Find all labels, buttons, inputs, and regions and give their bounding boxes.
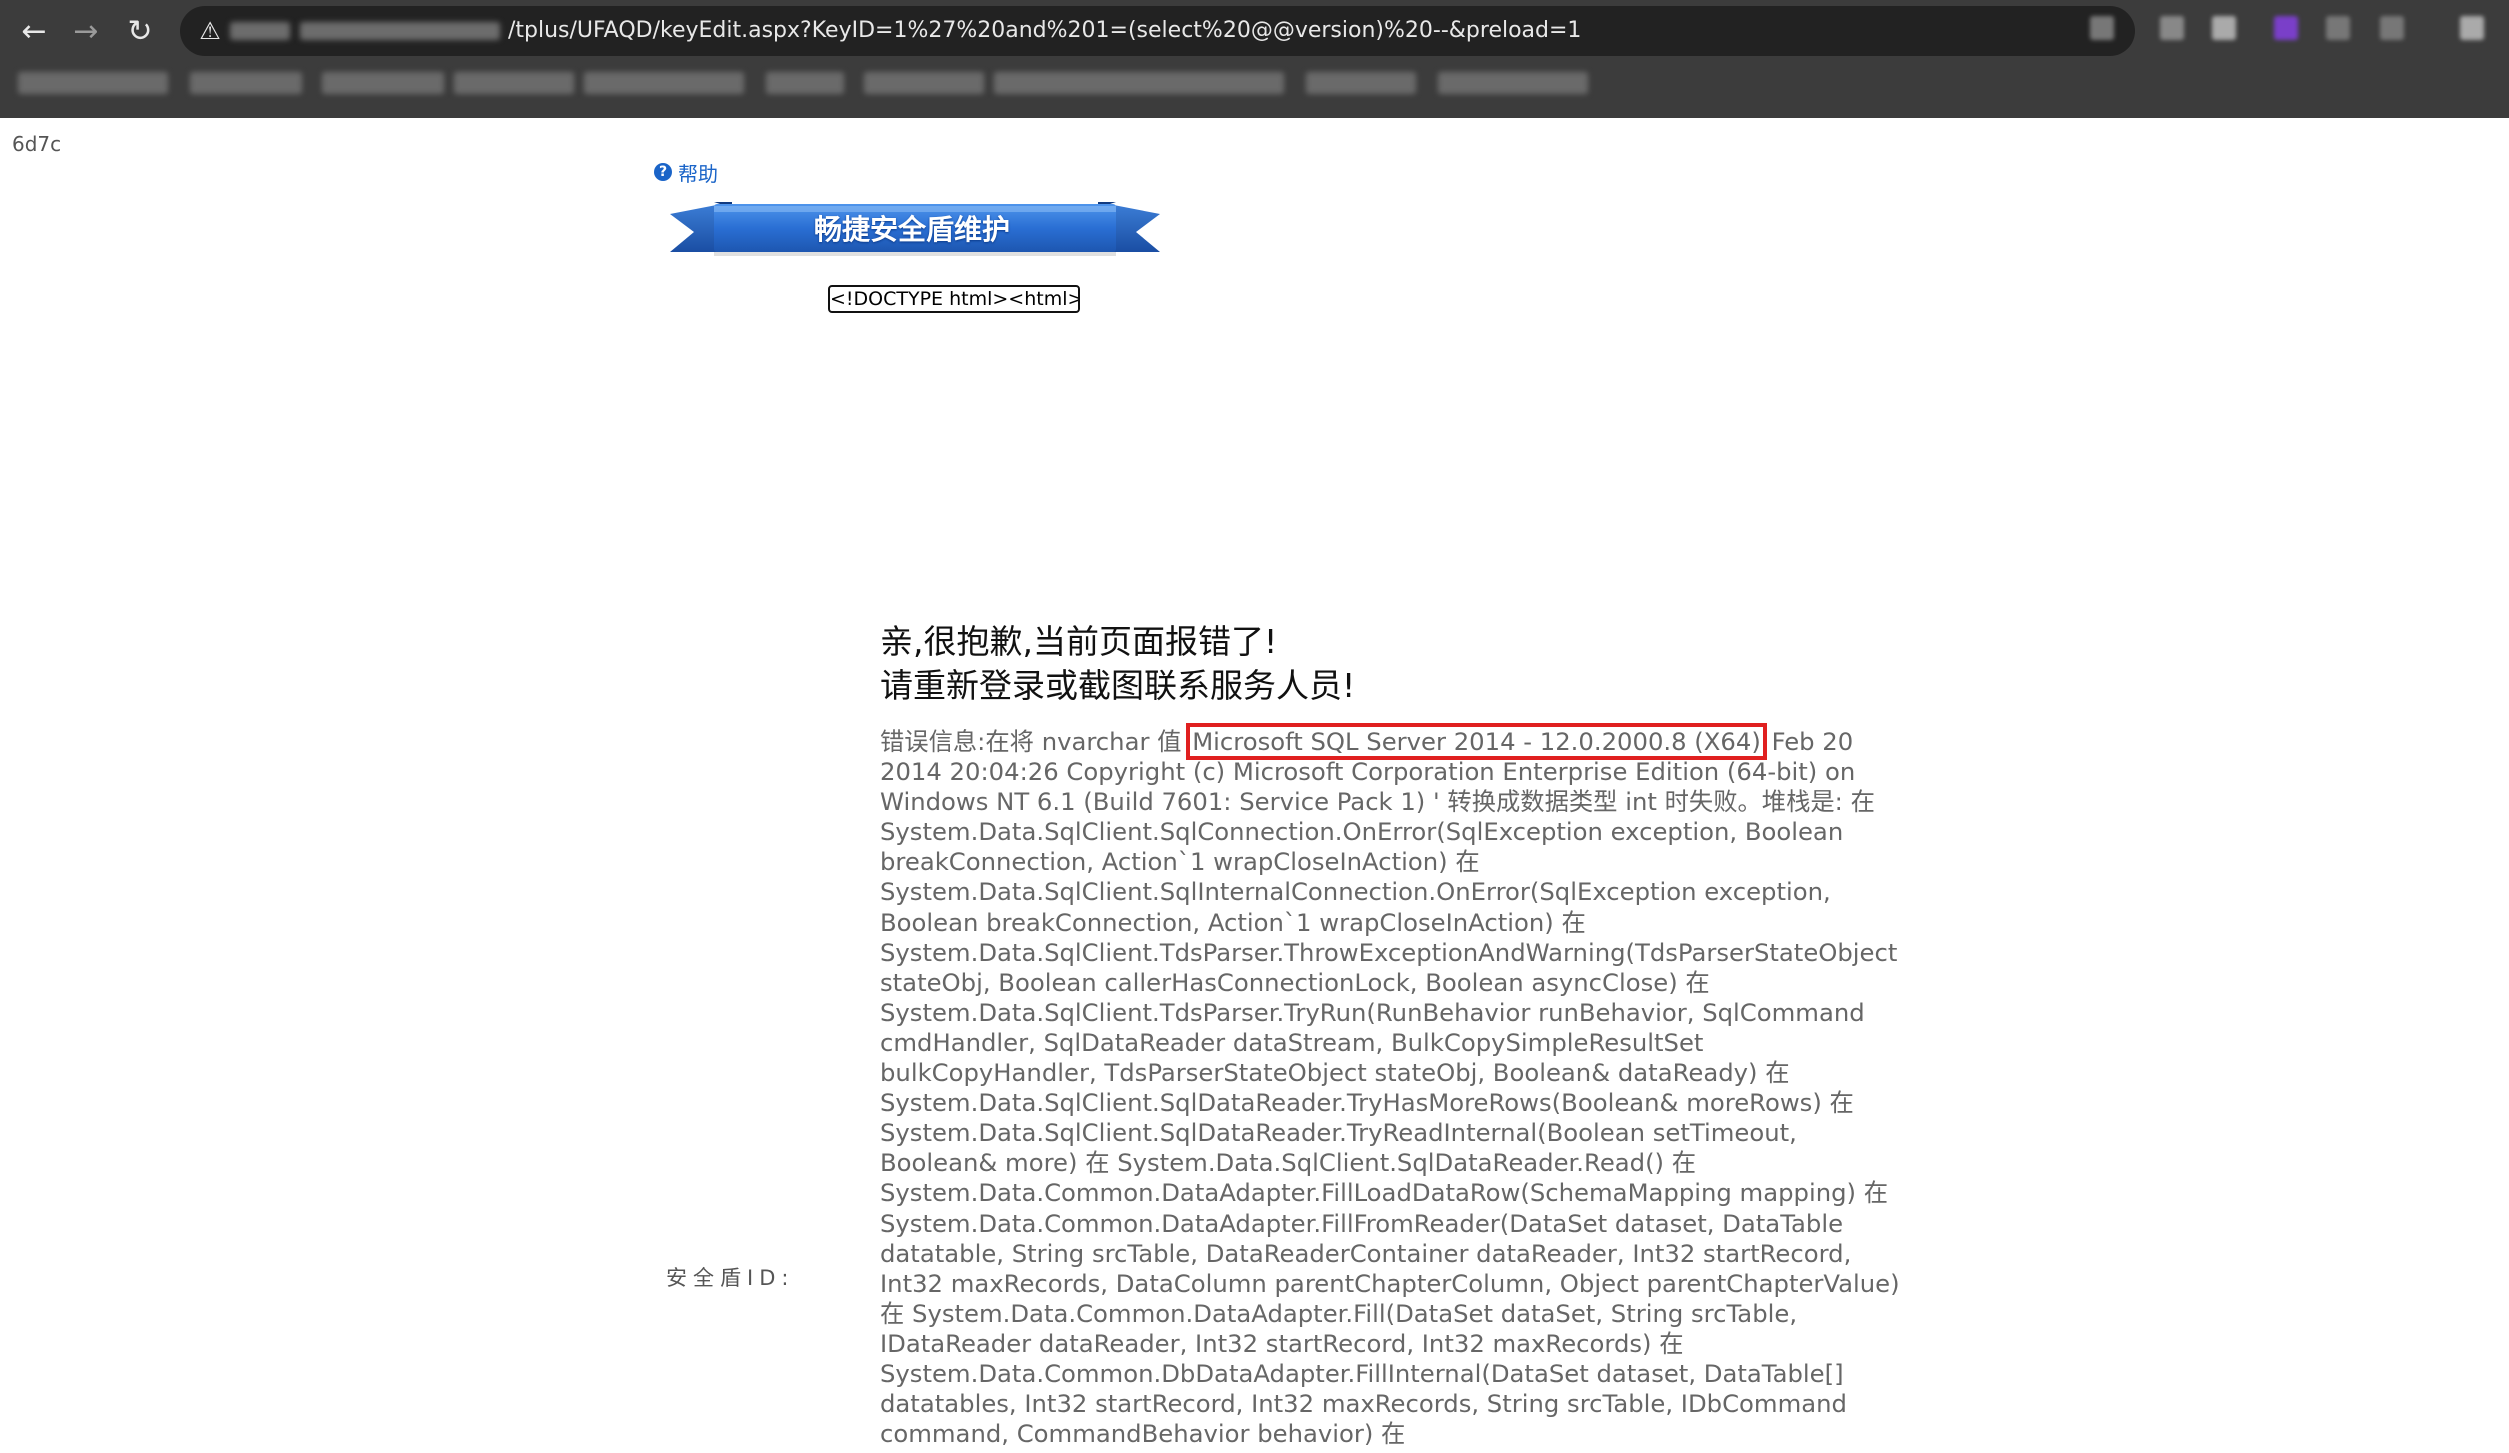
back-icon[interactable]: ← [12,14,56,50]
extension-icon[interactable] [2212,16,2236,40]
redacted-host [300,22,500,40]
extension-icon[interactable] [2274,16,2298,40]
bookmark-item[interactable] [190,72,302,94]
extension-icon[interactable] [2380,16,2404,40]
browser-toolbar: ← → ↻ ⚠ /tplus/UFAQD/keyEdit.aspx?KeyID=… [0,0,2509,118]
reload-icon[interactable]: ↻ [118,14,162,50]
bookmark-item[interactable] [584,72,744,94]
error-heading-line2: 请重新登录或截图联系服务人员! [880,666,1356,705]
shield-id-label: 安全盾ID: [666,1266,795,1290]
help-link[interactable]: ? 帮助 [654,158,718,186]
url-text[interactable]: /tplus/UFAQD/keyEdit.aspx?KeyID=1%27%20a… [508,6,1581,56]
forward-icon[interactable]: → [64,14,108,50]
extension-icon[interactable] [2460,16,2484,40]
bookmark-item[interactable] [18,72,168,94]
bookmark-item[interactable] [994,72,1284,94]
bookmark-item[interactable] [1306,72,1416,94]
address-bar[interactable]: ⚠ /tplus/UFAQD/keyEdit.aspx?KeyID=1%27%2… [180,6,2135,56]
question-icon: ? [654,163,672,181]
redacted-host [230,22,290,40]
bookmark-item[interactable] [766,72,844,94]
error-heading-line1: 亲,很抱歉,当前页面报错了! [880,622,1278,661]
bookmark-item[interactable] [454,72,574,94]
extension-icon[interactable] [2326,16,2350,40]
corner-id-text: 6d7c [12,132,62,156]
extension-icon[interactable] [2090,16,2114,40]
doctype-box: <!DOCTYPE html><html>< [828,285,1080,313]
error-stacktrace: Feb 20 2014 20:04:26 Copyright (c) Micro… [880,727,1900,1449]
error-message: 错误信息:在将 nvarchar 值 Microsoft SQL Server … [880,723,1910,1449]
error-heading: 亲,很抱歉,当前页面报错了! 请重新登录或截图联系服务人员! [880,620,1355,708]
bookmark-item[interactable] [864,72,984,94]
banner-title: 畅捷安全盾维护 [813,213,1010,246]
not-secure-icon[interactable]: ⚠ [196,17,224,45]
error-prefix: 错误信息:在将 nvarchar 值 [880,727,1190,756]
bookmark-item[interactable] [1438,72,1588,94]
help-label: 帮助 [678,161,718,186]
extension-icon[interactable] [2160,16,2184,40]
bookmark-item[interactable] [322,72,444,94]
sql-version-highlight: Microsoft SQL Server 2014 - 12.0.2000.8 … [1186,723,1767,760]
